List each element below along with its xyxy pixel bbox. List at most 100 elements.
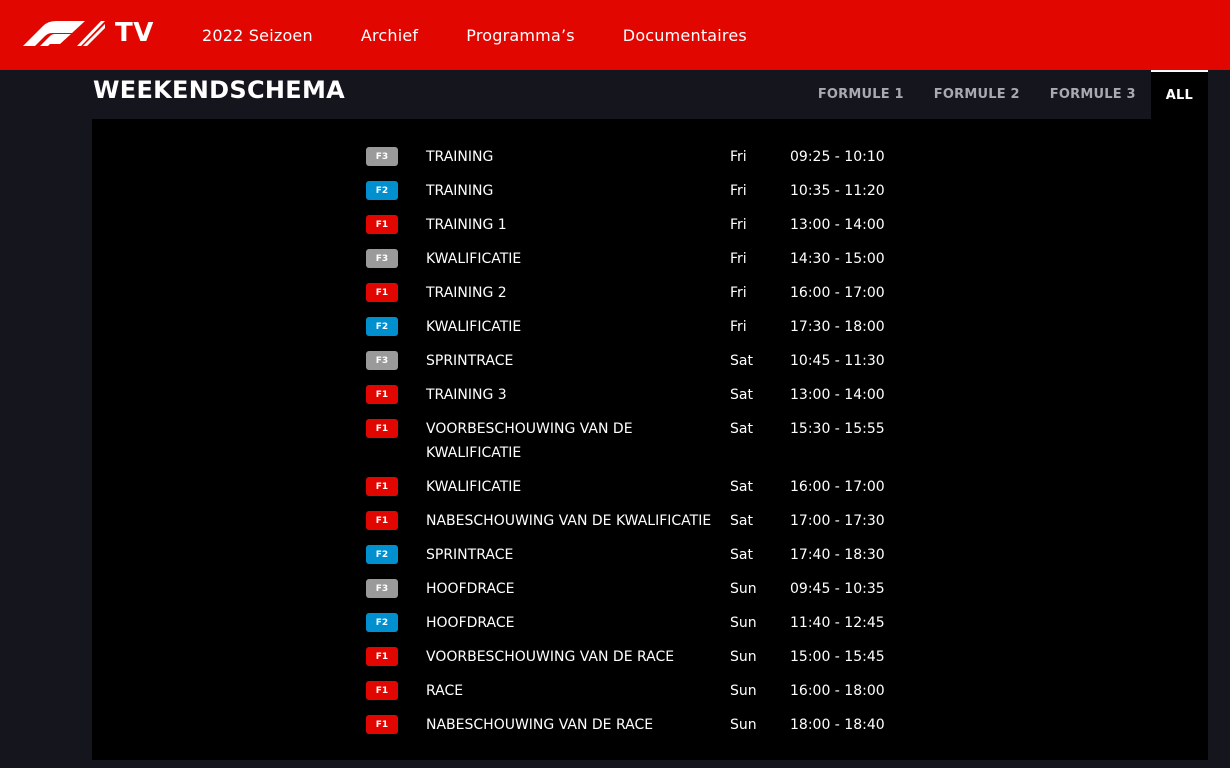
session-name: TRAINING 2	[426, 285, 507, 301]
session-time: 15:00 - 15:45	[790, 649, 885, 665]
series-badge: F3	[366, 351, 398, 370]
main-nav: 2022 Seizoen Archief Programma’s Documen…	[202, 0, 795, 70]
schedule-row: F1 TRAINING 2 Fri 16:00 - 17:00	[366, 281, 926, 305]
series-badge: F1	[366, 283, 398, 302]
series-filter-tabs: FORMULE 1 FORMULE 2 FORMULE 3 ALL	[803, 70, 1208, 119]
schedule-row: F1 TRAINING 3 Sat 13:00 - 14:00	[366, 383, 926, 407]
schedule-row: F1 VOORBESCHOUWING VAN DE KWALIFICATIE Sat…	[366, 417, 926, 465]
session-time: 10:45 - 11:30	[790, 353, 885, 369]
schedule-row: F3 SPRINTRACE Sat 10:45 - 11:30	[366, 349, 926, 373]
session-time: 09:25 - 10:10	[790, 149, 885, 165]
tab-formule-2[interactable]: FORMULE 2	[919, 70, 1035, 119]
schedule-row: F3 HOOFDRACE Sun 09:45 - 10:35	[366, 577, 926, 601]
session-day: Sat	[730, 547, 753, 563]
session-day: Sun	[730, 717, 757, 733]
series-badge: F1	[366, 385, 398, 404]
series-badge: F1	[366, 419, 398, 438]
session-name: KWALIFICATIE	[426, 251, 522, 267]
session-time: 13:00 - 14:00	[790, 217, 885, 233]
session-day: Sat	[730, 513, 753, 529]
series-badge: F2	[366, 545, 398, 564]
session-time: 10:35 - 11:20	[790, 183, 885, 199]
nav-item-archief[interactable]: Archief	[361, 26, 418, 45]
session-day: Sun	[730, 581, 757, 597]
series-badge: F1	[366, 511, 398, 530]
f1-tv-logo[interactable]: TV	[23, 18, 154, 48]
schedule-row: F3 TRAINING Fri 09:25 - 10:10	[366, 145, 926, 169]
tab-formule-3[interactable]: FORMULE 3	[1035, 70, 1151, 119]
series-badge: F2	[366, 613, 398, 632]
session-day: Fri	[730, 319, 747, 335]
nav-item-programmas[interactable]: Programma’s	[466, 26, 575, 45]
series-badge: F1	[366, 477, 398, 496]
session-name: TRAINING 1	[426, 217, 507, 233]
session-time: 15:30 - 15:55	[790, 421, 885, 437]
series-badge: F2	[366, 317, 398, 336]
schedule-row: F1 TRAINING 1 Fri 13:00 - 14:00	[366, 213, 926, 237]
session-day: Sat	[730, 387, 753, 403]
session-day: Fri	[730, 149, 747, 165]
session-time: 13:00 - 14:00	[790, 387, 885, 403]
series-badge: F1	[366, 681, 398, 700]
f1-logo-icon	[23, 21, 105, 46]
session-time: 18:00 - 18:40	[790, 717, 885, 733]
schedule-row: F2 HOOFDRACE Sun 11:40 - 12:45	[366, 611, 926, 635]
schedule-row: F2 TRAINING Fri 10:35 - 11:20	[366, 179, 926, 203]
session-day: Sat	[730, 479, 753, 495]
tab-all[interactable]: ALL	[1150, 70, 1208, 119]
session-day: Sun	[730, 683, 757, 699]
schedule-row: F1 VOORBESCHOUWING VAN DE RACE Sun 15:00 - …	[366, 645, 926, 669]
schedule-panel: F3 TRAINING Fri 09:25 - 10:10 F2 TRAINING Fri 1…	[92, 119, 1208, 760]
session-day: Sun	[730, 649, 757, 665]
nav-item-documentaires[interactable]: Documentaires	[623, 26, 747, 45]
tv-wordmark: TV	[115, 18, 154, 48]
session-name: TRAINING	[426, 183, 494, 199]
session-time: 16:00 - 18:00	[790, 683, 885, 699]
series-badge: F2	[366, 181, 398, 200]
page-title: WEEKENDSCHEMA	[93, 76, 345, 104]
session-name: VOORBESCHOUWING VAN DE KWALIFICATIE	[426, 421, 633, 461]
session-name: NABESCHOUWING VAN DE KWALIFICATIE	[426, 513, 712, 529]
session-time: 17:40 - 18:30	[790, 547, 885, 563]
schedule-row: F1 NABESCHOUWING VAN DE KWALIFICATIE Sat 17…	[366, 509, 926, 533]
schedule-list: F3 TRAINING Fri 09:25 - 10:10 F2 TRAINING Fri 1…	[366, 145, 926, 747]
session-name: KWALIFICATIE	[426, 319, 522, 335]
top-navigation-bar: TV 2022 Seizoen Archief Programma’s Docu…	[0, 0, 1230, 70]
schedule-row: F2 SPRINTRACE Sat 17:40 - 18:30	[366, 543, 926, 567]
schedule-row: F2 KWALIFICATIE Fri 17:30 - 18:00	[366, 315, 926, 339]
session-name: SPRINTRACE	[426, 547, 514, 563]
session-day: Fri	[730, 183, 747, 199]
session-name: NABESCHOUWING VAN DE RACE	[426, 717, 654, 733]
session-time: 17:00 - 17:30	[790, 513, 885, 529]
session-time: 11:40 - 12:45	[790, 615, 885, 631]
session-name: SPRINTRACE	[426, 353, 514, 369]
session-time: 14:30 - 15:00	[790, 251, 885, 267]
schedule-row: F1 NABESCHOUWING VAN DE RACE Sun 18:00 - 18…	[366, 713, 926, 737]
series-badge: F1	[366, 215, 398, 234]
session-name: VOORBESCHOUWING VAN DE RACE	[426, 649, 675, 665]
series-badge: F1	[366, 647, 398, 666]
session-day: Sun	[730, 615, 757, 631]
session-name: HOOFDRACE	[426, 581, 515, 597]
session-time: 16:00 - 17:00	[790, 285, 885, 301]
session-name: TRAINING 3	[426, 387, 507, 403]
series-badge: F3	[366, 147, 398, 166]
series-badge: F1	[366, 715, 398, 734]
schedule-row: F1 RACE Sun 16:00 - 18:00	[366, 679, 926, 703]
tab-formule-1[interactable]: FORMULE 1	[803, 70, 919, 119]
session-day: Fri	[730, 217, 747, 233]
session-day: Fri	[730, 285, 747, 301]
session-time: 16:00 - 17:00	[790, 479, 885, 495]
session-name: HOOFDRACE	[426, 615, 515, 631]
session-day: Fri	[730, 251, 747, 267]
series-badge: F3	[366, 579, 398, 598]
schedule-row: F1 KWALIFICATIE Sat 16:00 - 17:00	[366, 475, 926, 499]
session-name: KWALIFICATIE	[426, 479, 522, 495]
session-name: RACE	[426, 683, 464, 699]
session-time: 09:45 - 10:35	[790, 581, 885, 597]
nav-item-seizoen[interactable]: 2022 Seizoen	[202, 26, 313, 45]
schedule-row: F3 KWALIFICATIE Fri 14:30 - 15:00	[366, 247, 926, 271]
session-time: 17:30 - 18:00	[790, 319, 885, 335]
session-day: Sat	[730, 353, 753, 369]
series-badge: F3	[366, 249, 398, 268]
